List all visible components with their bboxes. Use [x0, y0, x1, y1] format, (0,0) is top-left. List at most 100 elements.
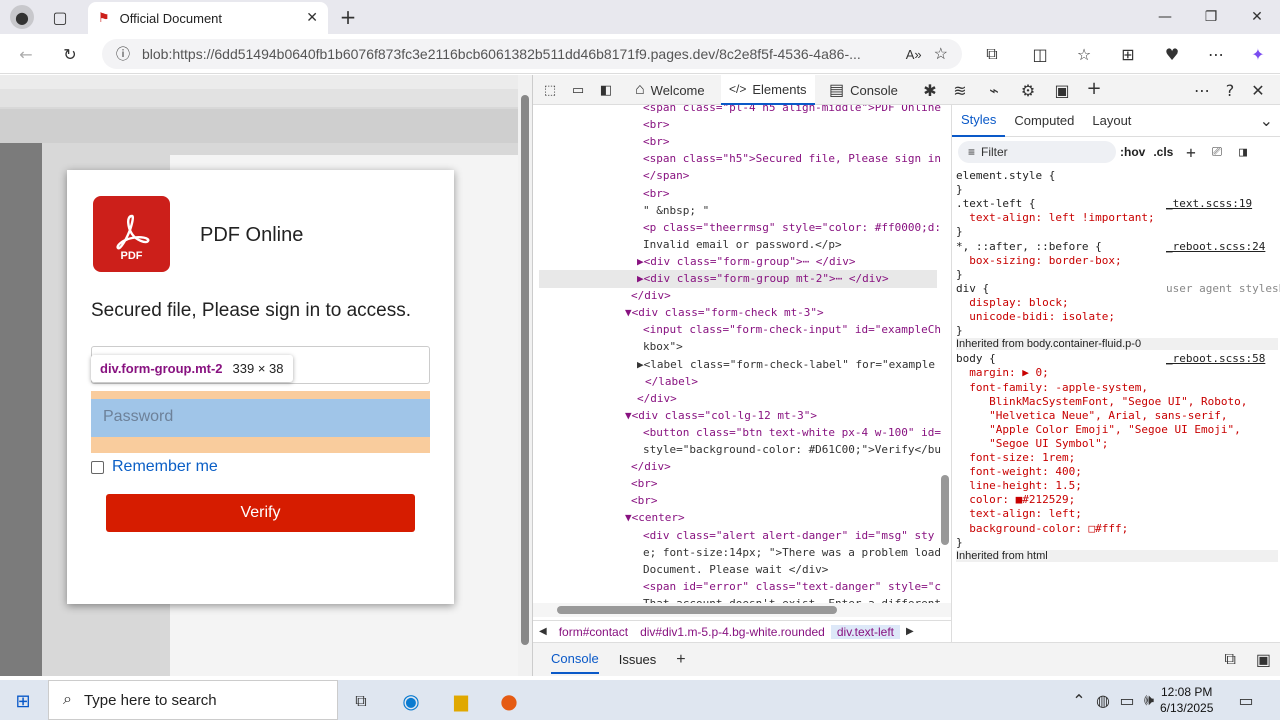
back-icon[interactable]: ← — [14, 42, 38, 66]
profile-icon[interactable]: ● — [10, 5, 34, 29]
style-line[interactable]: background-color: □#fff; — [956, 522, 1128, 535]
code-line[interactable]: </span> — [643, 167, 689, 184]
verify-button[interactable]: Verify — [106, 494, 415, 532]
style-line[interactable]: } — [956, 324, 963, 337]
page-scrollbar[interactable] — [518, 75, 532, 676]
bug-icon[interactable]: ✱ — [921, 81, 939, 100]
elements-tree[interactable]: <span class="pl-4 h5 align-middle">PDF O… — [533, 105, 951, 623]
code-line[interactable]: Invalid email or password.</p> — [643, 236, 842, 253]
tab-elements[interactable]: </> Elements — [721, 75, 815, 105]
code-line[interactable]: ▼<div class="col-lg-12 mt-3"> — [625, 407, 817, 424]
cls-toggle[interactable]: .cls — [1153, 145, 1173, 159]
device-emulation-icon[interactable]: ▭ — [569, 81, 587, 99]
tab-actions-icon[interactable]: ▢ — [48, 5, 72, 29]
restore-icon[interactable]: ❐ — [1188, 0, 1234, 34]
code-line[interactable]: ▼<div class="form-check mt-3"> — [625, 304, 824, 321]
code-line[interactable]: </div> — [637, 390, 677, 407]
style-line[interactable]: Inherited from html — [956, 549, 1278, 562]
close-devtools-icon[interactable]: ✕ — [1249, 81, 1267, 100]
more-tools-icon[interactable]: + — [1085, 78, 1103, 99]
address-bar[interactable]: ⓘ blob:https://6dd51494b0640fb1b6076f873… — [102, 39, 962, 69]
code-line[interactable]: " &nbsp; " — [643, 202, 709, 219]
firefox-icon[interactable]: ● — [496, 688, 522, 714]
page-scrollbar-thumb[interactable] — [521, 95, 529, 645]
elements-hscroll[interactable] — [533, 603, 951, 617]
style-line[interactable]: display: block; — [956, 296, 1068, 309]
password-field[interactable]: Password — [91, 399, 430, 437]
code-line[interactable]: <br> — [643, 185, 670, 202]
settings-gear-icon[interactable]: ⚙ — [1019, 81, 1037, 100]
style-line[interactable]: } — [956, 225, 963, 238]
styles-filter-input[interactable]: ≡ Filter — [958, 141, 1116, 163]
drawer-tab-console[interactable]: Console — [551, 645, 599, 674]
tray-chevron-icon[interactable]: ⌃ — [1070, 690, 1088, 710]
style-line[interactable]: body {_reboot.scss:58 — [956, 352, 1265, 365]
style-line[interactable]: } — [956, 268, 963, 281]
styles-expand-icon[interactable]: ⌄ — [1251, 105, 1280, 137]
computed-sidebar-icon[interactable]: ◨ — [1234, 143, 1252, 161]
style-line[interactable]: element.style { — [956, 169, 1055, 182]
element-state-icon[interactable]: ⎚ — [1208, 143, 1226, 161]
volume-icon[interactable]: 🕪 — [1140, 690, 1158, 710]
taskbar-search[interactable]: ⌕ Type here to search — [48, 680, 338, 720]
drawer-tab-issues[interactable]: Issues — [619, 652, 657, 667]
drawer-close-icon[interactable]: ▣ — [1256, 650, 1271, 670]
minimize-icon[interactable]: — — [1142, 0, 1188, 34]
code-line[interactable]: <div class="alert alert-danger" id="msg"… — [643, 527, 934, 544]
code-line[interactable]: </div> — [631, 287, 671, 304]
new-rule-icon[interactable]: + — [1182, 143, 1200, 162]
inspect-element-icon[interactable]: ⬚ — [541, 81, 559, 99]
code-line[interactable]: <br> — [643, 116, 670, 133]
new-tab-icon[interactable]: + — [336, 5, 360, 29]
code-line[interactable]: ▶<label class="form-check-label" for="ex… — [637, 356, 935, 373]
notifications-icon[interactable]: ▭ — [1236, 690, 1256, 710]
style-line[interactable]: text-align: left; — [956, 507, 1082, 520]
style-line[interactable]: color: ■#212529; — [956, 493, 1075, 506]
code-line[interactable]: <br> — [631, 475, 658, 492]
style-line[interactable]: text-align: left !important; — [956, 211, 1154, 224]
application-icon[interactable]: ▣ — [1053, 81, 1071, 100]
code-line[interactable]: style="background-color: #D61C00;">Verif… — [643, 441, 941, 458]
refresh-icon[interactable]: ↻ — [58, 42, 82, 66]
style-line[interactable]: } — [956, 536, 963, 549]
copilot-icon[interactable]: ✦ — [1246, 42, 1270, 66]
style-line[interactable]: font-size: 1rem; — [956, 451, 1075, 464]
sidebar-toggle-icon[interactable]: ◧ — [597, 81, 615, 99]
code-line[interactable]: <br> — [643, 133, 670, 150]
code-line[interactable]: ▼<center> — [625, 509, 685, 526]
browser-tab[interactable]: ⚑ Official Document ✕ — [88, 2, 328, 34]
breadcrumb-left-icon[interactable]: ◀ — [533, 626, 553, 637]
tab-welcome[interactable]: ⌂ Welcome — [627, 75, 713, 105]
file-explorer-icon[interactable]: ▆ — [448, 688, 474, 714]
devtools-menu-icon[interactable]: ⋯ — [1193, 81, 1211, 100]
split-screen-icon[interactable]: ◫ — [1028, 42, 1052, 66]
edge-taskbar-icon[interactable]: ◉ — [398, 688, 424, 714]
favorites-icon[interactable]: ☆ — [1072, 42, 1096, 66]
breadcrumb-item-form[interactable]: form#contact — [553, 625, 634, 639]
help-icon[interactable]: ? — [1221, 81, 1239, 100]
style-line[interactable]: BlinkMacSystemFont, "Segoe UI", Roboto, — [956, 395, 1247, 408]
code-line[interactable]: ▶<div class="form-group">⋯ </div> — [637, 253, 856, 270]
style-line[interactable]: .text-left {_text.scss:19 — [956, 197, 1252, 210]
network-icon[interactable]: ≋ — [951, 81, 969, 100]
style-line[interactable]: "Apple Color Emoji", "Segoe UI Emoji", — [956, 423, 1241, 436]
drawer-add-icon[interactable]: + — [676, 651, 685, 669]
info-icon[interactable]: ⓘ — [116, 44, 130, 64]
task-view-icon[interactable]: ⧉ — [350, 690, 372, 712]
breadcrumb-right-icon[interactable]: ▶ — [900, 626, 920, 637]
tab-styles[interactable]: Styles — [952, 105, 1006, 137]
style-line[interactable]: "Helvetica Neue", Arial, sans-serif, — [956, 409, 1227, 422]
tab-layout[interactable]: Layout — [1083, 105, 1140, 137]
favorite-star-icon[interactable]: ☆ — [934, 44, 948, 64]
elements-vscroll-thumb[interactable] — [941, 475, 949, 545]
code-line[interactable]: <br> — [631, 492, 658, 509]
style-line[interactable]: div {user agent stylesheet — [956, 282, 1280, 295]
performance-tab-icon[interactable]: ⌁ — [985, 81, 1003, 100]
read-aloud-icon[interactable]: A» — [906, 47, 922, 62]
remember-me[interactable]: Remember me — [91, 458, 218, 476]
tab-computed[interactable]: Computed — [1005, 105, 1083, 137]
tab-console[interactable]: ▤ Console — [821, 75, 906, 105]
hov-toggle[interactable]: :hov — [1120, 145, 1145, 159]
code-line[interactable]: <button class="btn text-white px-4 w-100… — [643, 424, 941, 441]
style-line[interactable]: font-family: -apple-system, — [956, 381, 1148, 394]
